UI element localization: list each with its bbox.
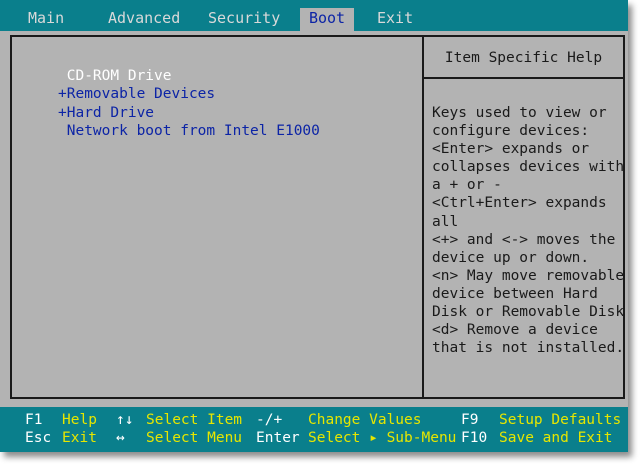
- menu-tab-main[interactable]: Main: [28, 8, 64, 29]
- key-minusplus-desc: Change Values: [308, 412, 422, 428]
- help-line: <Ctrl+Enter> expands: [432, 195, 607, 212]
- key-f9-desc: Setup Defaults: [499, 412, 622, 428]
- boot-item-cdrom[interactable]: CD-ROM Drive: [58, 67, 320, 85]
- help-line: device up or down.: [432, 249, 590, 266]
- help-line: that is not installed.: [432, 340, 625, 357]
- help-title-separator: [424, 77, 623, 79]
- help-line: <d> Remove a device: [432, 322, 598, 339]
- key-f1-desc: Help: [62, 412, 97, 428]
- boot-item-removable-devices[interactable]: +Removable Devices: [58, 85, 320, 103]
- menu-bar: Main Advanced Security Boot Exit: [0, 0, 628, 31]
- key-enter: Enter: [256, 430, 300, 446]
- content-frame: Item Specific Help CD-ROM Drive +Removab…: [10, 35, 625, 399]
- menu-tab-boot[interactable]: Boot: [300, 8, 354, 31]
- key-updown: ↑↓: [116, 412, 134, 428]
- help-line: a + or -: [432, 177, 502, 194]
- help-line: configure devices:: [432, 123, 590, 140]
- boot-item-hard-drive[interactable]: +Hard Drive: [58, 104, 320, 122]
- frame-divider: [422, 37, 424, 397]
- help-line: collapses devices with: [432, 159, 625, 176]
- key-leftright-desc: Select Menu: [146, 430, 243, 446]
- help-line: Disk or Removable Disk: [432, 304, 625, 321]
- boot-item-network[interactable]: Network boot from Intel E1000: [58, 122, 320, 140]
- key-minusplus: -/+: [256, 412, 283, 428]
- key-f9: F9: [461, 412, 479, 428]
- help-text: Keys used to view or configure devices: …: [432, 104, 625, 357]
- help-line: device between Hard: [432, 285, 598, 302]
- help-line: all: [432, 213, 459, 230]
- help-line: <Enter> expands or: [432, 141, 590, 158]
- help-line: <+> and <-> moves the: [432, 231, 616, 248]
- help-line: Keys used to view or: [432, 105, 607, 121]
- help-line: <n> May move removable: [432, 267, 625, 284]
- boot-device-list: CD-ROM Drive +Removable Devices +Hard Dr…: [58, 67, 320, 140]
- menu-tab-exit[interactable]: Exit: [377, 8, 413, 29]
- key-leftright: ↔: [116, 430, 125, 446]
- key-updown-desc: Select Item: [146, 412, 243, 428]
- key-esc: Esc: [25, 430, 52, 446]
- key-legend-bar: F1 Help ↑↓ Select Item -/+ Change Values…: [0, 407, 628, 452]
- key-enter-desc: Select ▸ Sub-Menu: [308, 430, 457, 446]
- key-esc-desc: Exit: [62, 430, 97, 446]
- key-f1: F1: [25, 412, 43, 428]
- key-f10: F10: [461, 430, 488, 446]
- bios-screen: Main Advanced Security Boot Exit Item Sp…: [0, 0, 628, 452]
- key-f10-desc: Save and Exit: [499, 430, 613, 446]
- menu-tab-advanced[interactable]: Advanced: [108, 8, 180, 29]
- help-title: Item Specific Help: [444, 50, 603, 66]
- menu-tab-security[interactable]: Security: [208, 8, 280, 29]
